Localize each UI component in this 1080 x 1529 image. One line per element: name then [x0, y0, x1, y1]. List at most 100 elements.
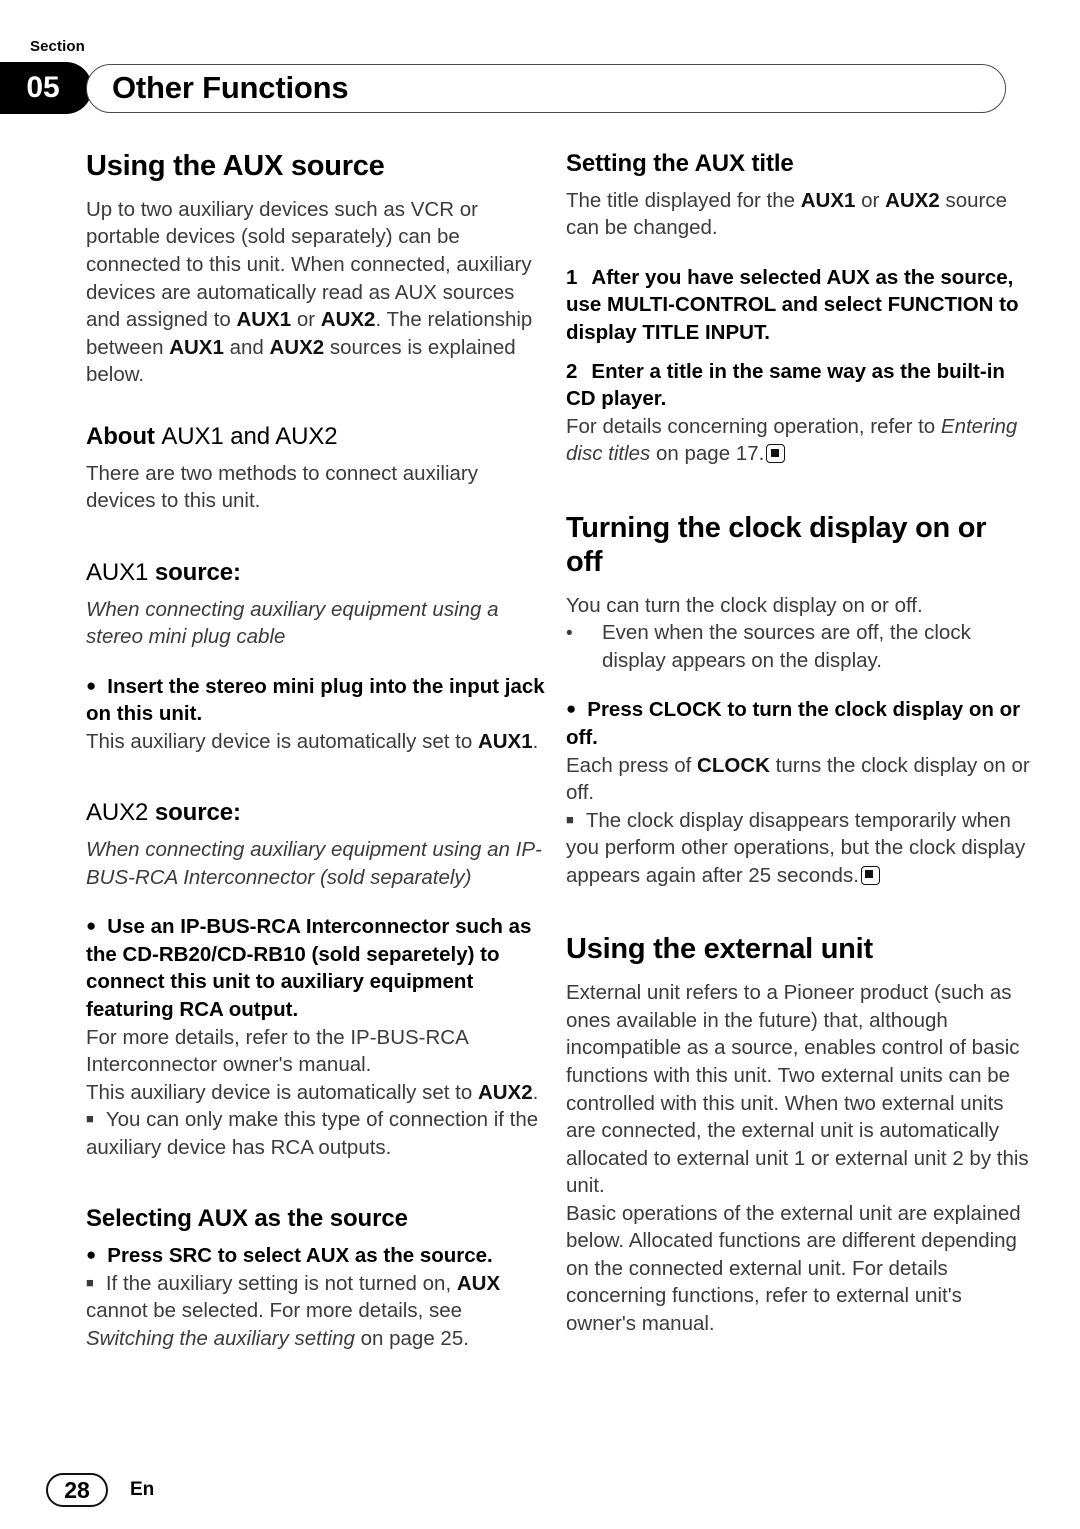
- action-press-src: ● Press SRC to select AUX as the source.: [86, 1242, 550, 1270]
- end-of-topic-marker-icon: [860, 865, 880, 885]
- round-dot-bullet-icon: •: [566, 623, 573, 645]
- filled-square-bullet-icon: ■: [566, 811, 574, 827]
- term-aux1: AUX1: [236, 308, 292, 332]
- note-auxiliary-setting: ■ If the auxiliary setting is not turned …: [86, 1270, 550, 1353]
- action-press-clock: ● Press CLOCK to turn the clock display o…: [566, 696, 1030, 751]
- paragraph-setting-title-intro: The title displayed for the AUX1 or AUX2…: [566, 187, 1030, 242]
- note-rca-outputs: ■ You can only make this type of connecti…: [86, 1106, 550, 1161]
- language-code: En: [130, 1479, 155, 1500]
- paragraph-external-unit-2: Basic operations of the external unit ar…: [566, 1201, 1021, 1335]
- heading-part-bold: About: [86, 422, 162, 450]
- filled-circle-bullet-icon: ●: [86, 1245, 97, 1265]
- note-clock-sources-off: • Even when the sources are off, the cloc…: [566, 619, 1030, 674]
- heading-about-aux1-and-aux2: About AUX1 and AUX2: [86, 423, 550, 452]
- section-number: 05: [26, 71, 60, 104]
- paragraph-about-body: There are two methods to connect auxilia…: [86, 461, 478, 513]
- paragraph-aux2-more-details: For more details, refer to the IP-BUS-RC…: [86, 1025, 468, 1077]
- paragraph-clock-each-press: Each press of CLOCK turns the clock disp…: [566, 752, 1030, 807]
- term-aux2: AUX2: [320, 308, 376, 332]
- text-run: This auxiliary device is automatically s…: [86, 1080, 478, 1104]
- right-column: Setting the AUX title The title displaye…: [566, 150, 1030, 1338]
- paragraph-external-unit-1: External unit refers to a Pioneer produc…: [566, 981, 1029, 1198]
- end-of-topic-marker-icon: [766, 444, 786, 464]
- heading-part-bold: source:: [148, 799, 241, 827]
- page-number-badge: 28: [46, 1473, 108, 1507]
- heading-part-bold: source:: [148, 558, 241, 586]
- text-run: .: [532, 1080, 539, 1104]
- heading-part-light: AUX1 and AUX2: [161, 422, 338, 450]
- text-run: on page 25.: [354, 1326, 469, 1350]
- paragraph-aux1-auto-set: This auxiliary device is automatically s…: [86, 728, 550, 756]
- page-title: Other Functions: [112, 70, 349, 105]
- filled-circle-bullet-icon: ●: [566, 699, 577, 719]
- heading-part-light: AUX1: [86, 558, 149, 586]
- step-1-select-aux-source: 1 After you have selected AUX as the sour…: [566, 264, 1030, 347]
- text-run: cannot be selected. For more details, se…: [86, 1299, 463, 1323]
- action-text: Use an IP-BUS-RCA Interconnector such as…: [86, 915, 532, 1021]
- term-aux1: AUX1: [800, 188, 856, 212]
- term-aux2: AUX2: [885, 188, 940, 212]
- section-number-tab: 05: [0, 62, 92, 114]
- term-aux: AUX: [456, 1271, 501, 1295]
- text-run: .: [532, 729, 539, 753]
- page-footer: 28 En: [46, 1473, 154, 1507]
- term-aux2: AUX2: [269, 335, 325, 359]
- action-text: Press CLOCK to turn the clock display on…: [566, 698, 1021, 749]
- action-text: Insert the stereo mini plug into the inp…: [86, 674, 545, 726]
- paragraph-aux1-italic-note: When connecting auxiliary equipment usin…: [86, 597, 499, 649]
- paragraph-aux2-auto-set: This auxiliary device is automatically s…: [86, 1079, 550, 1107]
- paragraph-aux-intro: Up to two auxiliary devices such as VCR …: [86, 196, 550, 389]
- section-kicker: Section: [30, 38, 85, 55]
- heading-setting-the-aux-title: Setting the AUX title: [566, 150, 794, 177]
- note-text: You can only make this type of connectio…: [86, 1108, 539, 1159]
- step-number: 1: [566, 265, 578, 289]
- heading-using-the-aux-source: Using the AUX source: [86, 150, 385, 182]
- text-run: on page 17.: [650, 442, 765, 466]
- step-text: Enter a title in the same way as the bui…: [566, 359, 1005, 411]
- action-insert-stereo-mini-plug: ● Insert the stereo mini plug into the in…: [86, 673, 550, 728]
- note-text: The clock display disappears temporarily…: [566, 808, 1026, 887]
- text-run: or: [291, 308, 321, 332]
- term-clock: CLOCK: [697, 753, 770, 777]
- action-text: Press SRC to select AUX as the source.: [107, 1244, 493, 1268]
- heading-turning-the-clock-display: Turning the clock display on or off: [566, 511, 987, 578]
- term-aux1: AUX1: [169, 335, 224, 359]
- paragraph-clock-intro: You can turn the clock display on or off…: [566, 593, 923, 617]
- filled-square-bullet-icon: ■: [86, 1111, 94, 1127]
- term-aux1: AUX1: [477, 729, 533, 753]
- filled-circle-bullet-icon: ●: [86, 916, 97, 936]
- paragraph-step2-crossref: For details concerning operation, refer …: [566, 413, 1030, 468]
- text-run: This auxiliary device is automatically s…: [86, 729, 478, 753]
- left-column: Using the AUX source Up to two auxiliary…: [86, 150, 550, 1352]
- text-run: or: [855, 188, 886, 212]
- heading-part-light: AUX2: [86, 799, 149, 827]
- step-2-enter-title: 2 Enter a title in the same way as the bu…: [566, 358, 1030, 413]
- paragraph-aux2-italic-note: When connecting auxiliary equipment usin…: [86, 838, 542, 889]
- note-clock-disappears: ■ The clock display disappears temporaril…: [566, 807, 1030, 890]
- filled-square-bullet-icon: ■: [86, 1274, 94, 1290]
- term-aux2: AUX2: [477, 1080, 533, 1104]
- step-number: 2: [566, 359, 578, 383]
- text-run: For details concerning operation, refer …: [566, 414, 941, 438]
- action-use-ip-bus-rca-interconnector: ● Use an IP-BUS-RCA Interconnector such a…: [86, 913, 550, 1023]
- cross-reference-title: Switching the auxiliary setting: [86, 1326, 355, 1350]
- heading-using-the-external-unit: Using the external unit: [566, 933, 873, 966]
- text-run: and: [223, 335, 270, 359]
- heading-aux1-source: AUX1 source:: [86, 559, 550, 588]
- text-run: The title displayed for the: [566, 188, 801, 212]
- text-run: If the auxiliary setting is not turned o…: [105, 1271, 457, 1295]
- page-header: Section 05 Other Functions: [0, 0, 1080, 130]
- heading-aux2-source: AUX2 source:: [86, 799, 550, 828]
- heading-selecting-aux-as-the-source: Selecting AUX as the source: [86, 1205, 408, 1233]
- text-run: Each press of: [566, 753, 698, 777]
- filled-circle-bullet-icon: ●: [86, 675, 97, 695]
